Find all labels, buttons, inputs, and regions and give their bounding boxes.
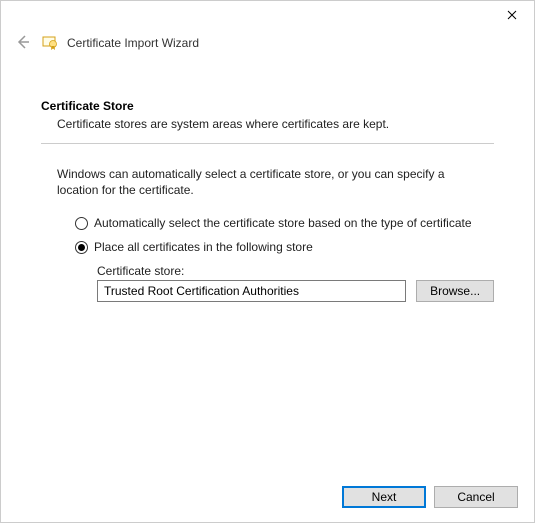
wizard-title: Certificate Import Wizard [67, 36, 199, 50]
store-row: Browse... [97, 280, 494, 302]
radio-icon [75, 217, 88, 230]
wizard-content: Certificate Store Certificate stores are… [1, 61, 534, 302]
cancel-button[interactable]: Cancel [434, 486, 518, 508]
divider [41, 143, 494, 144]
back-button[interactable] [13, 33, 33, 53]
store-field-label: Certificate store: [97, 264, 494, 278]
wizard-footer: Next Cancel [342, 486, 518, 508]
store-block: Certificate store: Browse... [41, 264, 494, 302]
title-bar [1, 1, 534, 31]
section-title: Certificate Store [41, 99, 494, 113]
option-place-label: Place all certificates in the following … [94, 240, 313, 254]
intro-text: Windows can automatically select a certi… [41, 166, 494, 198]
radio-icon [75, 241, 88, 254]
store-input[interactable] [97, 280, 406, 302]
close-button[interactable] [489, 1, 534, 31]
arrow-left-icon [15, 34, 31, 53]
store-options: Automatically select the certificate sto… [41, 216, 494, 254]
option-place-all[interactable]: Place all certificates in the following … [75, 240, 494, 254]
section-description: Certificate stores are system areas wher… [41, 117, 494, 131]
option-auto-select[interactable]: Automatically select the certificate sto… [75, 216, 494, 230]
close-icon [507, 9, 517, 23]
wizard-header: Certificate Import Wizard [1, 31, 534, 61]
option-auto-label: Automatically select the certificate sto… [94, 216, 472, 230]
next-button[interactable]: Next [342, 486, 426, 508]
certificate-icon [41, 34, 59, 52]
browse-button[interactable]: Browse... [416, 280, 494, 302]
